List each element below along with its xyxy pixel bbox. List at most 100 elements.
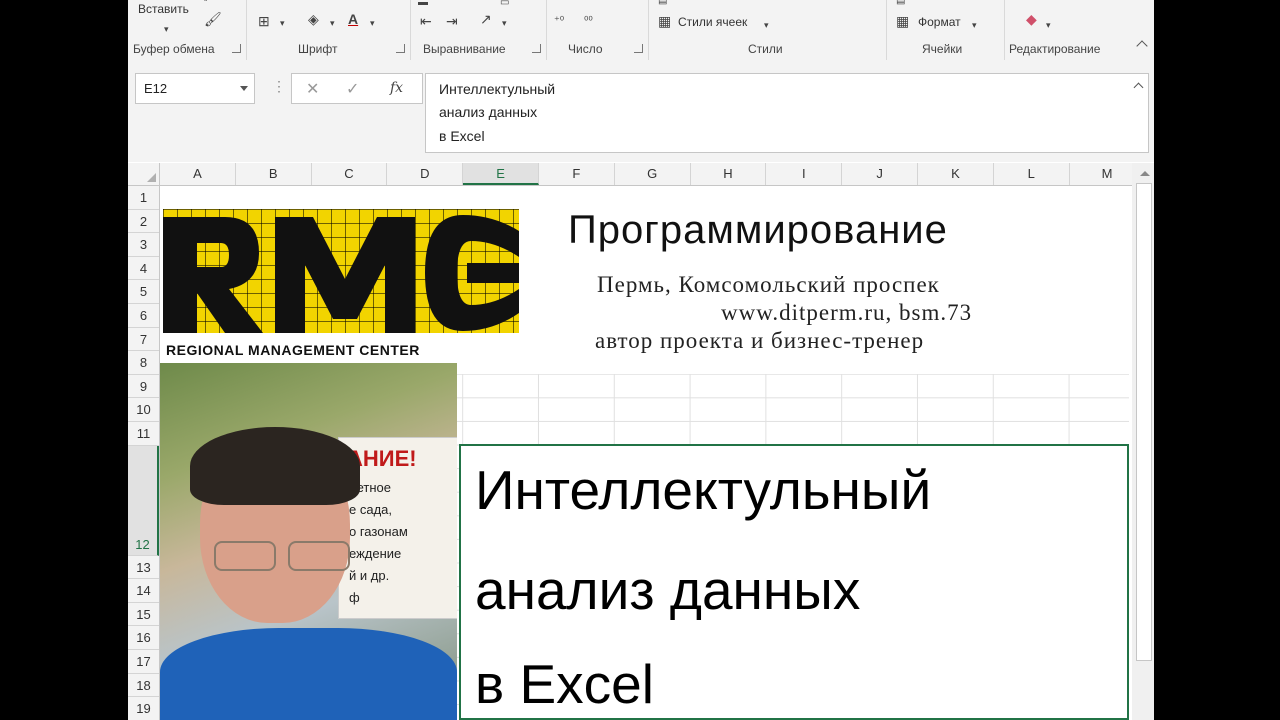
fill-dropdown-icon[interactable]: ▾: [330, 16, 335, 30]
enter-check-icon[interactable]: ✓: [346, 79, 359, 99]
row-headers: 1234567891011121314151617181920: [128, 186, 160, 720]
row-header-14[interactable]: 14: [128, 579, 159, 603]
sign-line: о газонам: [349, 524, 408, 539]
row-header-18[interactable]: 18: [128, 674, 159, 698]
group-font-label: Шрифт: [298, 42, 338, 56]
number-launcher-icon[interactable]: [634, 44, 643, 53]
paste-dropdown-icon[interactable]: ▾: [164, 22, 169, 36]
collapse-ribbon-icon[interactable]: [1136, 40, 1148, 52]
rmc-logo-letters-icon: [163, 215, 519, 333]
separator: [1004, 0, 1005, 60]
fill-color-icon[interactable]: ◈: [308, 12, 319, 26]
insert-function-icon[interactable]: fx: [390, 80, 403, 96]
row-header-10[interactable]: 10: [128, 398, 159, 422]
formula-line: в Excel: [439, 128, 485, 144]
cell-e12-selected[interactable]: Интеллектульный анализ данных в Excel: [459, 444, 1129, 720]
clipboard-launcher-icon[interactable]: [232, 44, 241, 53]
row-header-17[interactable]: 17: [128, 650, 159, 674]
rmc-logo: [163, 209, 519, 333]
column-header-l[interactable]: L: [994, 163, 1070, 185]
row-header-13[interactable]: 13: [128, 556, 159, 580]
copy-icon[interactable]: ▫: [204, 0, 208, 8]
column-headers: ABCDEFGHIJKLM: [128, 163, 1154, 186]
borders-dropdown-icon[interactable]: ▾: [280, 16, 285, 30]
column-header-h[interactable]: H: [691, 163, 767, 185]
column-header-f[interactable]: F: [539, 163, 615, 185]
row-header-12[interactable]: 12: [128, 445, 159, 556]
cell-text-line: в Excel: [475, 653, 654, 715]
alignment-launcher-icon[interactable]: [532, 44, 541, 53]
column-header-c[interactable]: C: [312, 163, 388, 185]
name-box-dropdown-icon[interactable]: [240, 86, 248, 91]
decrease-decimal-icon[interactable]: ⁰⁰: [584, 14, 593, 28]
row-header-8[interactable]: 8: [128, 351, 159, 375]
column-header-k[interactable]: K: [918, 163, 994, 185]
sign-line: й и др.: [349, 568, 390, 583]
scroll-thumb[interactable]: [1136, 183, 1152, 661]
splitter-dots-icon[interactable]: ⋮: [272, 78, 286, 95]
clear-dropdown-icon[interactable]: ▾: [1046, 18, 1051, 32]
delete-cells-icon[interactable]: ▤: [896, 0, 905, 8]
separator: [410, 0, 411, 60]
cell-styles-icon[interactable]: ▦: [658, 14, 671, 28]
column-header-a[interactable]: A: [160, 163, 236, 185]
font-color-dropdown-icon[interactable]: ▾: [370, 16, 375, 30]
orientation-dropdown-icon[interactable]: ▾: [502, 16, 507, 30]
row-header-5[interactable]: 5: [128, 280, 159, 304]
banner-author: автор проекта и бизнес-тренер: [595, 328, 925, 353]
column-header-j[interactable]: J: [842, 163, 918, 185]
column-header-d[interactable]: D: [387, 163, 464, 185]
row-header-16[interactable]: 16: [128, 626, 159, 650]
format-dropdown-icon[interactable]: ▾: [972, 18, 977, 32]
decrease-indent-icon[interactable]: ⇤: [420, 14, 432, 28]
sign-line: ф: [349, 590, 360, 605]
align-top-icon[interactable]: ▬: [418, 0, 428, 10]
format-cells-icon[interactable]: ▦: [896, 14, 909, 28]
column-header-g[interactable]: G: [615, 163, 691, 185]
font-color-icon[interactable]: A: [348, 12, 358, 26]
row-header-4[interactable]: 4: [128, 257, 159, 281]
increase-decimal-icon[interactable]: ⁺⁰: [554, 14, 564, 28]
scroll-up-icon[interactable]: [1140, 171, 1150, 176]
cell-text-line: Интеллектульный: [475, 459, 932, 521]
row-header-3[interactable]: 3: [128, 233, 159, 257]
photo-hair: [190, 427, 360, 505]
collapse-formula-bar-icon[interactable]: [1133, 82, 1144, 93]
format-painter-icon[interactable]: 🖌: [204, 12, 222, 26]
font-launcher-icon[interactable]: [396, 44, 405, 53]
row-header-9[interactable]: 9: [128, 375, 159, 399]
group-alignment-label: Выравнивание: [423, 42, 506, 56]
banner-address: Пермь, Комсомольский проспек: [597, 272, 940, 297]
row-header-1[interactable]: 1: [128, 186, 159, 210]
row-header-2[interactable]: 2: [128, 210, 159, 234]
cell-styles-button[interactable]: Стили ячеек: [678, 15, 747, 29]
name-box[interactable]: E12: [135, 73, 255, 104]
orientation-icon[interactable]: ↗: [480, 12, 492, 26]
name-box-value: E12: [144, 81, 168, 96]
format-as-table-icon[interactable]: ▤: [658, 0, 667, 8]
paste-button[interactable]: Вставить: [138, 2, 189, 16]
vertical-scrollbar[interactable]: [1132, 163, 1154, 720]
formula-line: анализ данных: [439, 104, 538, 120]
column-header-i[interactable]: I: [766, 163, 843, 185]
clear-eraser-icon[interactable]: ◆: [1026, 12, 1037, 26]
banner-website: www.ditperm.ru, bsm.73: [721, 300, 973, 325]
row-header-19[interactable]: 19: [128, 697, 159, 720]
column-header-e[interactable]: E: [463, 163, 539, 185]
group-cells-label: Ячейки: [922, 42, 963, 56]
row-header-15[interactable]: 15: [128, 603, 159, 627]
formula-input[interactable]: Интеллектульный анализ данных в Excel: [425, 73, 1149, 153]
row-header-6[interactable]: 6: [128, 304, 159, 328]
borders-icon[interactable]: ⊞: [258, 14, 270, 28]
sign-line: еждение: [349, 546, 402, 561]
row-header-7[interactable]: 7: [128, 328, 159, 352]
select-all-corner[interactable]: [128, 163, 160, 185]
column-header-b[interactable]: B: [236, 163, 312, 185]
cancel-icon[interactable]: ✕: [306, 79, 319, 99]
increase-indent-icon[interactable]: ⇥: [446, 14, 458, 28]
row-header-11[interactable]: 11: [128, 422, 159, 446]
format-button[interactable]: Формат: [918, 15, 961, 29]
separator: [246, 0, 247, 60]
wrap-text-icon[interactable]: ▭: [500, 0, 509, 10]
cell-styles-dropdown-icon[interactable]: ▾: [764, 18, 769, 32]
